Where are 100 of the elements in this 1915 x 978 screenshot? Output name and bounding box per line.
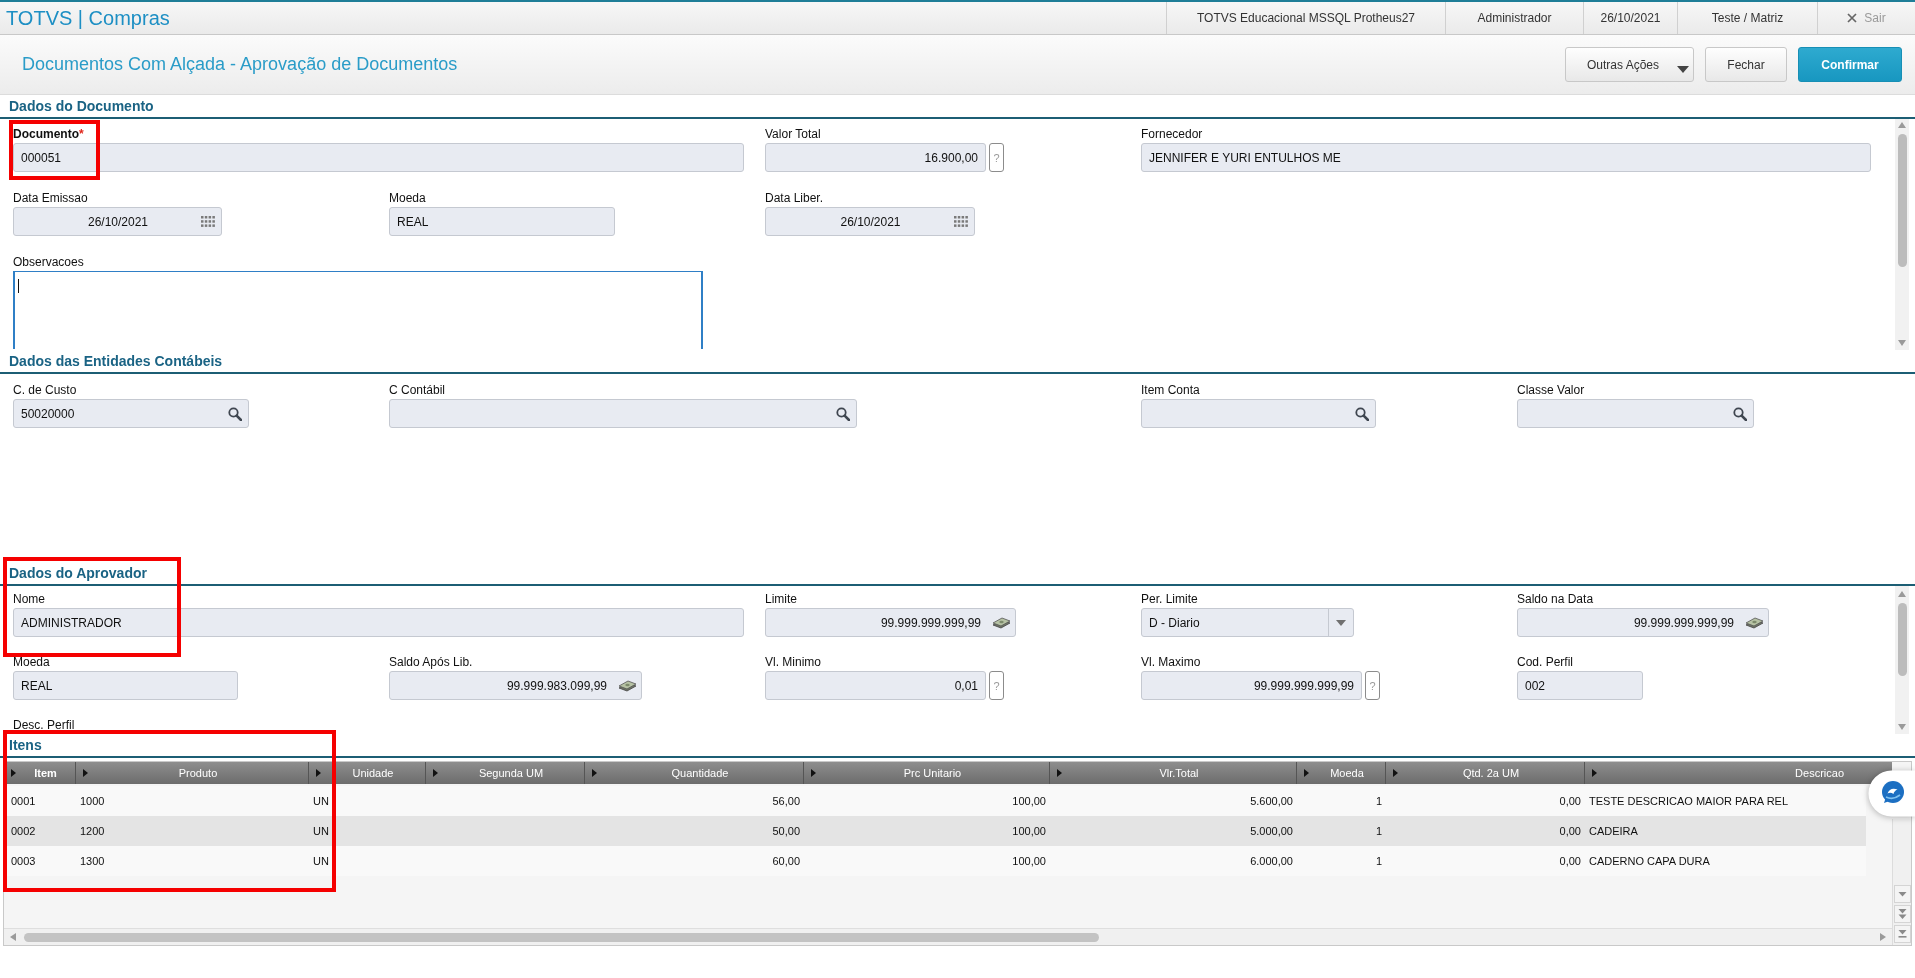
field-label: Valor Total <box>765 127 821 141</box>
table-cell-text: UN <box>312 794 330 809</box>
field-label: Moeda <box>389 191 426 205</box>
scroll-thumb[interactable] <box>1897 603 1907 676</box>
text-field[interactable]: 002 <box>1517 671 1643 700</box>
table-row[interactable]: 0001 1000 UN 56,00 100,00 5.600,00 1 0,00 TESTE DESCRICAO MAIOR PARA REL <box>4 786 1866 816</box>
horizontal-scrollbar[interactable] <box>4 928 1892 945</box>
scroll-up-icon[interactable] <box>1898 122 1906 128</box>
caret-right-icon <box>1304 769 1309 777</box>
table-cell-text: 50,00 <box>771 824 801 839</box>
search-icon <box>836 406 850 421</box>
text-field[interactable]: REAL <box>389 207 615 236</box>
close-icon <box>1847 13 1858 23</box>
lookup-field[interactable]: 50020000 <box>13 399 249 428</box>
text-cursor-icon <box>18 279 19 293</box>
table-cell-text: 56,00 <box>771 794 801 809</box>
field-label: Cod. Perfil <box>1517 655 1574 669</box>
date-field[interactable]: 26/10/2021 <box>13 207 222 236</box>
caret-right-icon <box>83 769 88 777</box>
lookup-field[interactable] <box>389 399 857 428</box>
vertical-scrollbar[interactable] <box>1892 819 1911 945</box>
actions-menu-button[interactable]: Outras Ações <box>1565 47 1694 82</box>
field-label: Data Liber. <box>765 191 824 205</box>
table-cell-text: 6.000,00 <box>1249 854 1294 869</box>
field-label: Limite <box>765 592 797 606</box>
caret-right-icon <box>1057 769 1062 777</box>
caret-right-icon <box>811 769 816 777</box>
lookup-field[interactable] <box>1517 399 1754 428</box>
caret-right-icon <box>11 769 16 777</box>
search-icon <box>1355 406 1369 421</box>
scroll-right-icon[interactable] <box>1880 933 1886 941</box>
table-cell-text: 0003 <box>10 854 37 869</box>
table-cell-text: CADEIRA <box>1588 824 1639 839</box>
text-field[interactable]: JENNIFER E YURI ENTULHOS ME <box>1141 143 1871 172</box>
section-title: Dados das Entidades Contábeis <box>9 353 223 369</box>
scroll-down-icon[interactable] <box>1898 724 1906 730</box>
calendar-icon <box>201 216 215 227</box>
field-label: Fornecedor <box>1141 127 1203 141</box>
caret-right-icon <box>592 769 597 777</box>
date-field[interactable]: 26/10/2021 <box>765 207 975 236</box>
number-field[interactable]: 0,01 <box>765 671 986 700</box>
table-cell-text: 0,00 <box>1558 824 1582 839</box>
number-field[interactable]: 16.900,00 <box>765 143 986 172</box>
table-cell-text: 1300 <box>79 854 106 869</box>
search-icon <box>228 406 242 421</box>
banknote-icon <box>992 616 1011 629</box>
amount-field[interactable]: 99.999.999.999,99 <box>1517 608 1769 637</box>
table-cell-text: 1 <box>1374 794 1383 809</box>
field-label: Saldo Após Lib. <box>389 655 473 669</box>
caret-right-icon <box>1592 769 1597 777</box>
scroll-to-end-icon[interactable] <box>1893 925 1911 943</box>
table-row[interactable]: 0003 1300 UN 60,00 100,00 6.000,00 1 0,00 CADERNO CAPA DURA <box>4 846 1866 876</box>
table-cell-text: 100,00 <box>1011 794 1047 809</box>
amount-field[interactable]: 99.999.983.099,99 <box>389 671 642 700</box>
scroll-left-icon[interactable] <box>10 933 16 941</box>
scroll-thumb[interactable] <box>1897 134 1907 267</box>
field-label: Nome <box>13 592 45 606</box>
table-cell-text: 1000 <box>79 794 106 809</box>
vertical-scrollbar[interactable] <box>1895 119 1909 350</box>
table-cell-text: CADERNO CAPA DURA <box>1588 854 1711 869</box>
text-field[interactable]: ADMINISTRADOR <box>13 608 744 637</box>
field-label: Saldo na Data <box>1517 592 1594 606</box>
chat-bubble-icon[interactable] <box>1868 770 1915 817</box>
field-label: C. de Custo <box>13 383 77 397</box>
scroll-up-icon[interactable] <box>1898 591 1906 597</box>
lookup-field[interactable] <box>1141 399 1376 428</box>
text-field[interactable]: REAL <box>13 671 238 700</box>
close-button[interactable]: Fechar <box>1705 47 1787 82</box>
section-title: Dados do Documento <box>9 98 154 114</box>
table-cell-text: 5.600,00 <box>1249 794 1294 809</box>
table-cell-text: UN <box>312 824 330 839</box>
field-label: Documento* <box>13 127 84 141</box>
field-label: Classe Valor <box>1517 383 1585 397</box>
field-label: Vl. Maximo <box>1141 655 1201 669</box>
page-down-icon[interactable] <box>1893 905 1911 923</box>
table-cell-text: 1 <box>1374 854 1383 869</box>
dropdown[interactable]: D - Diario <box>1141 608 1354 637</box>
scroll-thumb[interactable] <box>24 932 1099 942</box>
header-info: 26/10/2021 <box>1600 11 1661 25</box>
caret-right-icon <box>1393 769 1398 777</box>
app-title: TOTVS | Compras <box>5 6 170 30</box>
scroll-down-icon[interactable] <box>1893 885 1911 903</box>
field-label: Data Emissao <box>13 191 88 205</box>
field-label: Desc. Perfil <box>13 718 75 732</box>
amount-field[interactable]: 99.999.999.999,99 <box>765 608 1016 637</box>
field-label: Observacoes <box>13 255 84 269</box>
banknote-icon <box>1745 616 1764 629</box>
scroll-down-icon[interactable] <box>1898 340 1906 346</box>
table-cell-text: 100,00 <box>1011 854 1047 869</box>
table-cell-text: 1200 <box>79 824 106 839</box>
text-field[interactable]: 000051 <box>13 143 744 172</box>
vertical-scrollbar[interactable] <box>1895 586 1909 734</box>
caret-down-icon <box>1336 619 1346 626</box>
number-field[interactable]: 99.999.999.999,99 <box>1141 671 1362 700</box>
field-label: Item Conta <box>1141 383 1200 397</box>
header-info: Teste / Matriz <box>1711 11 1784 25</box>
table-cell-text: 100,00 <box>1011 824 1047 839</box>
field-label: C Contábil <box>389 383 446 397</box>
table-row[interactable]: 0002 1200 UN 50,00 100,00 5.000,00 1 0,00 CADEIRA <box>4 816 1866 846</box>
caret-right-icon <box>433 769 438 777</box>
